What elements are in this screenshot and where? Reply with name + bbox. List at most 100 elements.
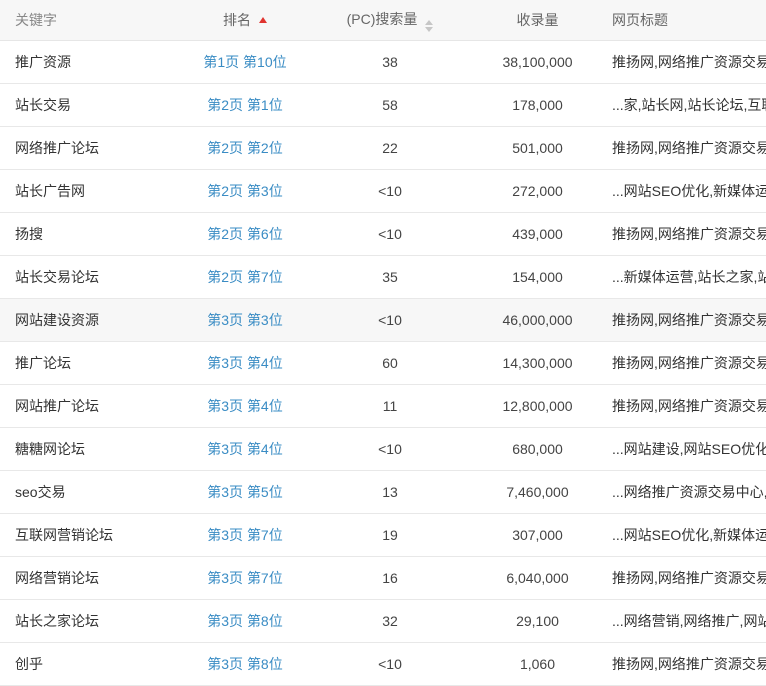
table-row: 网站建设资源 第3页 第3位 <10 46,000,000 推扬网,网络推广资源交易	[0, 299, 766, 342]
indexed-cell: 46,000,000	[502, 312, 573, 328]
page-title-cell: 推扬网,网络推广资源交易	[612, 398, 766, 414]
keyword-cell: 推广资源	[15, 54, 71, 70]
keyword-cell: 创乎	[15, 656, 43, 672]
keyword-cell: 网站推广论坛	[15, 398, 99, 414]
rank-cell: 第3页 第4位	[175, 396, 315, 416]
indexed-cell: 6,040,000	[506, 570, 569, 586]
table-row: 网络推广论坛 第2页 第2位 22 501,000 推扬网,网络推广资源交易	[0, 127, 766, 170]
rank-page-link[interactable]: 第3页	[207, 656, 243, 672]
rank-position-link[interactable]: 第10位	[243, 54, 287, 70]
rank-position-link[interactable]: 第4位	[247, 398, 283, 414]
pc-volume-cell: 58	[382, 97, 398, 113]
header-pc-volume-label: (PC)搜索量	[346, 10, 418, 27]
rank-position-link[interactable]: 第4位	[247, 441, 283, 457]
rank-position-link[interactable]: 第8位	[247, 613, 283, 629]
table-body: 推广资源 第1页 第10位 38 38,100,000 推扬网,网络推广资源交易 站长交易…	[0, 41, 766, 686]
rank-page-link[interactable]: 第3页	[207, 398, 243, 414]
page-title-cell: ...新媒体运营,站长之家,站长	[612, 269, 766, 285]
rank-page-link[interactable]: 第2页	[207, 183, 243, 199]
rank-page-link[interactable]: 第2页	[207, 269, 243, 285]
rank-page-link[interactable]: 第3页	[207, 441, 243, 457]
indexed-cell: 272,000	[512, 183, 563, 199]
rank-page-link[interactable]: 第1页	[203, 54, 239, 70]
rank-cell: 第3页 第7位	[175, 568, 315, 588]
indexed-cell: 307,000	[512, 527, 563, 543]
table-row: 网络营销论坛 第3页 第7位 16 6,040,000 推扬网,网络推广资源交易	[0, 557, 766, 600]
table-row: 站长广告网 第2页 第3位 <10 272,000 ...网站SEO优化,新媒体运营	[0, 170, 766, 213]
keyword-cell: 站长交易	[15, 97, 71, 113]
page-title-cell: 推扬网,网络推广资源交易	[612, 54, 766, 70]
page-title-cell: ...网络营销,网络推广,网站	[612, 613, 766, 629]
keyword-cell: seo交易	[15, 484, 66, 500]
table-row: 扬搜 第2页 第6位 <10 439,000 推扬网,网络推广资源交易	[0, 213, 766, 256]
rank-page-link[interactable]: 第3页	[207, 355, 243, 371]
rank-page-link[interactable]: 第3页	[207, 484, 243, 500]
page-title-cell: 推扬网,网络推广资源交易	[612, 656, 766, 672]
rank-cell: 第3页 第4位	[175, 353, 315, 373]
keyword-cell: 网络营销论坛	[15, 570, 99, 586]
pc-volume-cell: 11	[382, 398, 398, 414]
page-title-cell: 推扬网,网络推广资源交易	[612, 570, 766, 586]
rank-page-link[interactable]: 第2页	[207, 226, 243, 242]
rank-position-link[interactable]: 第2位	[247, 140, 283, 156]
pc-volume-cell: 35	[382, 269, 398, 285]
rank-position-link[interactable]: 第4位	[247, 355, 283, 371]
rank-cell: 第3页 第8位	[175, 611, 315, 631]
rank-position-link[interactable]: 第7位	[247, 269, 283, 285]
keyword-cell: 互联网营销论坛	[15, 527, 113, 543]
rank-position-link[interactable]: 第7位	[247, 527, 283, 543]
rank-page-link[interactable]: 第3页	[207, 527, 243, 543]
table-header: 关键字 排名 (PC)搜索量 收录量 网页标题	[0, 0, 766, 41]
rank-cell: 第2页 第6位	[175, 224, 315, 244]
keyword-cell: 站长之家论坛	[15, 613, 99, 629]
rank-position-link[interactable]: 第3位	[247, 183, 283, 199]
page-title-cell: ...网站SEO优化,新媒体运营	[612, 183, 766, 199]
indexed-cell: 1,060	[519, 656, 556, 672]
table-row: 糖糖网论坛 第3页 第4位 <10 680,000 ...网站建设,网站SEO优化,	[0, 428, 766, 471]
indexed-cell: 29,100	[516, 613, 559, 629]
header-rank[interactable]: 排名	[175, 10, 315, 30]
indexed-cell: 439,000	[512, 226, 563, 242]
rank-position-link[interactable]: 第1位	[247, 97, 283, 113]
rank-cell: 第3页 第8位	[175, 654, 315, 674]
rank-page-link[interactable]: 第3页	[207, 312, 243, 328]
indexed-cell: 14,300,000	[502, 355, 573, 371]
sort-ascending-icon[interactable]	[259, 17, 267, 23]
table-row: 推广资源 第1页 第10位 38 38,100,000 推扬网,网络推广资源交易	[0, 41, 766, 84]
rank-cell: 第3页 第3位	[175, 310, 315, 330]
keyword-cell: 网络推广论坛	[15, 140, 99, 156]
rank-position-link[interactable]: 第7位	[247, 570, 283, 586]
pc-volume-cell: 13	[382, 484, 398, 500]
rank-page-link[interactable]: 第3页	[207, 613, 243, 629]
rank-position-link[interactable]: 第3位	[247, 312, 283, 328]
rank-cell: 第2页 第7位	[175, 267, 315, 287]
pc-volume-cell: 19	[382, 527, 398, 543]
rank-position-link[interactable]: 第8位	[247, 656, 283, 672]
indexed-cell: 154,000	[512, 269, 563, 285]
pc-volume-cell: <10	[378, 441, 402, 457]
rank-page-link[interactable]: 第2页	[207, 97, 243, 113]
rank-cell: 第2页 第3位	[175, 181, 315, 201]
header-pc-volume[interactable]: (PC)搜索量	[315, 9, 465, 32]
page-title-cell: ...网站建设,网站SEO优化,	[612, 441, 766, 457]
pc-volume-cell: 38	[382, 54, 398, 70]
pc-volume-cell: 22	[382, 140, 398, 156]
rank-page-link[interactable]: 第3页	[207, 570, 243, 586]
table-row: 推广论坛 第3页 第4位 60 14,300,000 推扬网,网络推广资源交易	[0, 342, 766, 385]
pc-volume-cell: 60	[382, 355, 398, 371]
rank-page-link[interactable]: 第2页	[207, 140, 243, 156]
pc-volume-cell: 32	[382, 613, 398, 629]
table-row: 站长交易论坛 第2页 第7位 35 154,000 ...新媒体运营,站长之家,站长	[0, 256, 766, 299]
pc-volume-cell: <10	[378, 312, 402, 328]
rank-cell: 第1页 第10位	[175, 52, 315, 72]
keyword-cell: 推广论坛	[15, 355, 71, 371]
page-title-cell: 推扬网,网络推广资源交易	[612, 312, 766, 328]
rank-cell: 第3页 第7位	[175, 525, 315, 545]
rank-position-link[interactable]: 第6位	[247, 226, 283, 242]
page-title-cell: 推扬网,网络推广资源交易	[612, 355, 766, 371]
rank-position-link[interactable]: 第5位	[247, 484, 283, 500]
sort-both-icon[interactable]	[425, 19, 434, 32]
keyword-cell: 站长交易论坛	[15, 269, 99, 285]
header-title: 网页标题	[612, 12, 668, 28]
indexed-cell: 12,800,000	[502, 398, 573, 414]
